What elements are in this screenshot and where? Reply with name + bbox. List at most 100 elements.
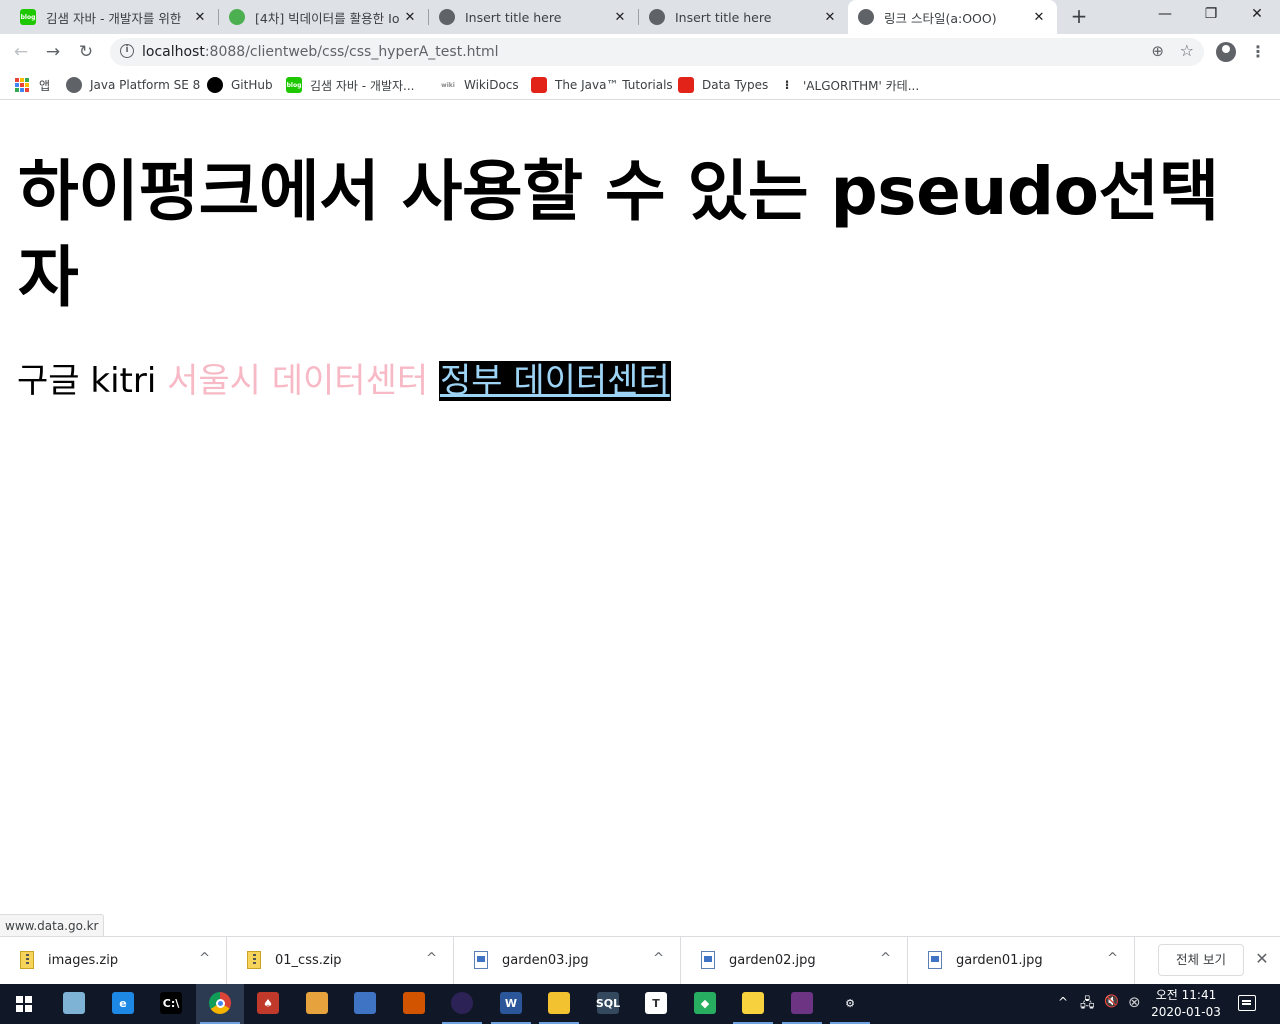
- show-all-downloads-button[interactable]: 전체 보기: [1158, 944, 1244, 976]
- wikidocs-icon: wiki: [440, 77, 456, 93]
- settings-icon: ⚙: [839, 992, 861, 1014]
- close-tab-icon[interactable]: ✕: [192, 10, 208, 25]
- chevron-up-icon[interactable]: ^: [653, 951, 664, 966]
- tab-link-style-active[interactable]: 링크 스타일(a:OOO) ✕: [848, 0, 1057, 34]
- tab-kimsam-java[interactable]: blog 김샘 자바 - 개발자를 위한 ✕: [10, 0, 218, 34]
- forward-button[interactable]: →: [42, 41, 64, 63]
- close-tab-icon[interactable]: ✕: [402, 10, 418, 25]
- bookmark-label: GitHub: [231, 78, 273, 92]
- word-taskbar-button[interactable]: W: [487, 984, 535, 1024]
- close-window-button[interactable]: ✕: [1234, 0, 1280, 30]
- network-icon[interactable]: 🖧: [1080, 994, 1098, 1024]
- clock-date: 2020-01-03: [1151, 1005, 1221, 1019]
- sticky-notes-taskbar-button[interactable]: [729, 984, 777, 1024]
- action-center-icon[interactable]: [1238, 995, 1256, 1011]
- chevron-up-icon[interactable]: ^: [426, 951, 437, 966]
- profile-avatar-icon[interactable]: [1216, 42, 1236, 62]
- start-button[interactable]: [0, 984, 48, 1024]
- bookmark-label: Data Types: [702, 78, 769, 92]
- chevron-up-icon[interactable]: ^: [880, 951, 891, 966]
- close-download-shelf-icon[interactable]: ✕: [1253, 949, 1271, 969]
- typora-icon: T: [645, 992, 667, 1014]
- tab-title: Insert title here: [675, 9, 772, 25]
- internet-explorer-taskbar-button[interactable]: e: [99, 984, 147, 1024]
- globe-icon: [649, 9, 665, 25]
- gem-icon: ◆: [694, 992, 716, 1014]
- image-file-icon: [474, 951, 488, 969]
- bookmark-java-platform[interactable]: Java Platform SE 8: [66, 76, 200, 94]
- paint-taskbar-button[interactable]: [293, 984, 341, 1024]
- blog-icon: blog: [20, 9, 36, 25]
- new-tab-button[interactable]: +: [1068, 6, 1090, 28]
- reload-button[interactable]: ↻: [75, 41, 97, 63]
- command-prompt-taskbar-button[interactable]: C:\: [147, 984, 195, 1024]
- system-clock[interactable]: 오전 11:41 2020-01-03: [1146, 987, 1226, 1021]
- bookmark-label: WikiDocs: [464, 78, 519, 92]
- back-button[interactable]: ←: [10, 41, 32, 63]
- gem-taskbar-button[interactable]: ◆: [681, 984, 729, 1024]
- download-item[interactable]: garden02.jpg ^: [681, 937, 908, 985]
- windows-taskbar: e C:\ ♠ W SQL T ◆ ⚙ ^ 🖧 🔇 ⊗ 오전 11:41 2020-01-03: [0, 984, 1280, 1024]
- close-tab-icon[interactable]: ✕: [822, 10, 838, 25]
- download-item[interactable]: garden03.jpg ^: [454, 937, 681, 985]
- page-heading: 하이펑크에서 사용할 수 있는 pseudo선택자: [18, 153, 1219, 316]
- globe-icon: [66, 77, 82, 93]
- eclipse-taskbar-button[interactable]: [438, 984, 486, 1024]
- link-kitri[interactable]: kitri: [90, 361, 156, 401]
- tray-chevron-icon[interactable]: ^: [1058, 995, 1072, 1024]
- site-info-icon[interactable]: i: [120, 44, 134, 58]
- bookmark-data-types[interactable]: Data Types: [678, 76, 768, 94]
- edit-icon: [354, 992, 376, 1014]
- bookmark-wikidocs[interactable]: wiki WikiDocs: [440, 76, 519, 94]
- photo-editor-taskbar-button[interactable]: [390, 984, 438, 1024]
- typora-taskbar-button[interactable]: T: [632, 984, 680, 1024]
- settings-taskbar-button[interactable]: ⚙: [826, 984, 874, 1024]
- tab-title: 김샘 자바 - 개발자를 위한: [46, 10, 182, 26]
- restore-button[interactable]: ❐: [1188, 0, 1234, 30]
- zoom-icon[interactable]: ⊕: [1151, 42, 1164, 60]
- chrome-taskbar-button[interactable]: [196, 984, 244, 1024]
- edit-taskbar-button[interactable]: [341, 984, 389, 1024]
- bookmark-apps[interactable]: 앱: [15, 76, 50, 94]
- cards-game-taskbar-button[interactable]: ♠: [244, 984, 292, 1024]
- tab-bigdata-io[interactable]: [4차] 빅데이터를 활용한 Io ✕: [219, 0, 428, 34]
- oracle-icon: [678, 77, 694, 93]
- minimize-button[interactable]: —: [1142, 0, 1188, 30]
- tab-insert-title-2[interactable]: Insert title here ✕: [639, 0, 848, 34]
- download-item[interactable]: images.zip ^: [0, 937, 227, 985]
- tab-insert-title-1[interactable]: Insert title here ✕: [429, 0, 638, 34]
- link-seoul-data-center[interactable]: 서울시 데이터센터: [167, 361, 428, 401]
- bookmark-java-tutorials[interactable]: The Java™ Tutorials: [531, 76, 673, 94]
- bookmark-star-icon[interactable]: ☆: [1180, 41, 1194, 60]
- game-app-taskbar-button[interactable]: [778, 984, 826, 1024]
- browser-menu-icon[interactable]: ⋮: [1250, 40, 1266, 64]
- error-status-icon[interactable]: ⊗: [1128, 993, 1144, 1024]
- address-url[interactable]: localhost:8088/clientweb/css/css_hyperA_…: [142, 44, 499, 60]
- bookmark-algorithm[interactable]: ⁝ 'ALGORITHM' 카테...: [779, 76, 919, 94]
- bookmark-kimsam-blog[interactable]: blog 김샘 자바 - 개발자...: [286, 76, 415, 94]
- page-viewport: 하이펑크에서 사용할 수 있는 pseudo선택자 구글 kitri 서울시 데…: [0, 101, 1280, 935]
- file-explorer-taskbar-button[interactable]: [535, 984, 583, 1024]
- windows-mobility-taskbar-button[interactable]: [50, 984, 98, 1024]
- windows-mobility-icon: [63, 992, 85, 1014]
- sql-tool-icon: SQL: [596, 992, 620, 1014]
- chevron-up-icon[interactable]: ^: [1107, 951, 1118, 966]
- eclipse-icon: [451, 992, 473, 1014]
- tab-title: [4차] 빅데이터를 활용한 Io: [255, 10, 400, 26]
- close-tab-icon[interactable]: ✕: [612, 10, 628, 25]
- bookmark-github[interactable]: GitHub: [207, 76, 273, 94]
- address-bar[interactable]: i localhost:8088/clientweb/css/css_hyper…: [110, 38, 1204, 66]
- download-item[interactable]: garden01.jpg ^: [908, 937, 1135, 985]
- close-tab-icon[interactable]: ✕: [1031, 10, 1047, 25]
- link-government-data-center[interactable]: 정부 데이터센터: [438, 361, 671, 401]
- chevron-up-icon[interactable]: ^: [199, 951, 210, 966]
- volume-muted-icon[interactable]: 🔇: [1104, 994, 1122, 1024]
- download-item[interactable]: 01_css.zip ^: [227, 937, 454, 985]
- download-filename: garden03.jpg: [502, 953, 589, 968]
- blog-icon: blog: [286, 77, 302, 93]
- command-prompt-icon: C:\: [160, 992, 182, 1014]
- apps-grid-icon: [15, 78, 29, 92]
- browser-toolbar: ← → ↻ i localhost:8088/clientweb/css/css…: [0, 34, 1280, 70]
- sql-tool-taskbar-button[interactable]: SQL: [584, 984, 632, 1024]
- link-google[interactable]: 구글: [17, 361, 80, 401]
